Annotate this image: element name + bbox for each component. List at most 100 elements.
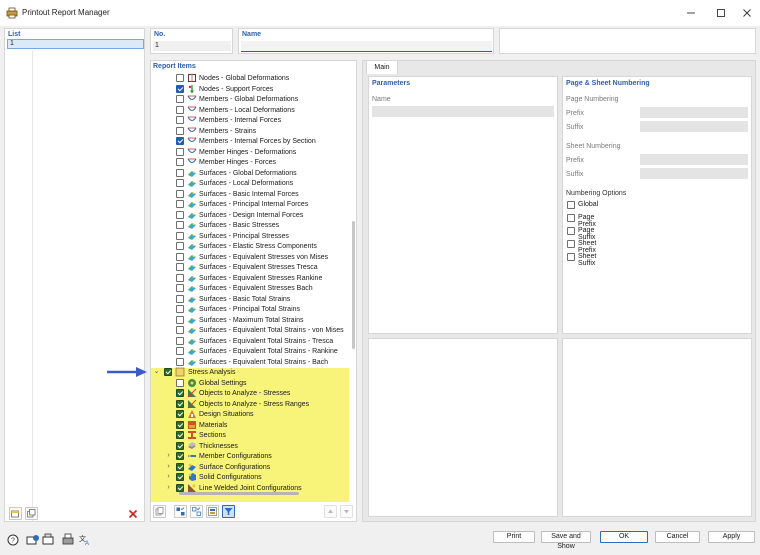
vertical-scrollbar[interactable]	[352, 221, 355, 349]
report-item-checkbox[interactable]	[176, 305, 184, 313]
number-field[interactable]: 1	[153, 41, 231, 51]
report-item-row[interactable]: Members - Global Deformations	[151, 94, 351, 105]
report-item-row[interactable]: Member Hinges - Deformations	[151, 147, 351, 158]
report-item-row[interactable]: Members - Internal Forces	[151, 115, 351, 126]
tab-main[interactable]: Main	[366, 60, 398, 74]
collapse-chevron-icon[interactable]: ›	[165, 484, 172, 491]
list-item[interactable]: 1	[7, 39, 144, 49]
ok-button[interactable]: OK	[600, 531, 648, 543]
report-item-checkbox[interactable]	[176, 84, 184, 93]
minimize-button[interactable]	[676, 4, 706, 22]
name-field[interactable]	[241, 41, 492, 52]
cancel-button[interactable]: Cancel	[655, 531, 700, 543]
units-icon[interactable]	[26, 533, 40, 547]
report-item-checkbox[interactable]	[176, 473, 184, 481]
report-item-checkbox[interactable]	[176, 389, 184, 397]
report-item-checkbox[interactable]	[176, 74, 184, 82]
collapse-chevron-icon[interactable]: ›	[165, 463, 172, 470]
report-item-row[interactable]: Member Hinges - Forces	[151, 157, 351, 168]
sheet-prefix-field[interactable]	[640, 154, 748, 165]
report-item-checkbox[interactable]	[176, 294, 184, 303]
report-item-checkbox[interactable]	[176, 252, 184, 261]
report-item-row[interactable]: Global Settings	[151, 378, 351, 389]
move-down-button[interactable]	[340, 505, 353, 518]
report-item-row[interactable]: › Solid Configurations	[151, 472, 351, 483]
report-item-checkbox[interactable]	[176, 168, 184, 177]
report-item-checkbox[interactable]	[176, 357, 184, 366]
close-button[interactable]	[732, 4, 760, 22]
new-list-button[interactable]	[9, 507, 22, 520]
report-item-row[interactable]: › Surface Configurations	[151, 462, 351, 473]
report-item-checkbox[interactable]	[176, 462, 184, 471]
report-item-row[interactable]: Surfaces - Basic Total Strains	[151, 294, 351, 305]
report-item-row[interactable]: Objects to Analyze - Stress Ranges	[151, 399, 351, 410]
report-item-row[interactable]: Surfaces - Equivalent Total Strains - Ra…	[151, 346, 351, 357]
delete-list-button[interactable]	[126, 507, 139, 520]
copy-list-button[interactable]	[25, 507, 38, 520]
report-item-checkbox[interactable]	[176, 105, 184, 114]
parameters-name-field[interactable]	[372, 106, 554, 117]
move-up-button[interactable]	[324, 505, 337, 518]
report-item-row[interactable]: Sections	[151, 430, 351, 441]
report-item-row[interactable]: Design Situations	[151, 409, 351, 420]
report-item-row[interactable]: Surfaces - Maximum Total Strains	[151, 315, 351, 326]
report-item-checkbox[interactable]	[176, 263, 184, 271]
report-item-row[interactable]: Surfaces - Equivalent Total Strains - Tr…	[151, 336, 351, 347]
help-icon[interactable]: ?	[6, 533, 20, 547]
report-item-checkbox[interactable]	[176, 137, 184, 145]
report-item-row[interactable]: Thicknesses	[151, 441, 351, 452]
layout-button[interactable]	[206, 505, 219, 518]
report-item-row[interactable]: Members - Strains	[151, 126, 351, 137]
report-item-checkbox[interactable]	[176, 95, 184, 103]
report-item-row[interactable]: Surfaces - Equivalent Stresses Bach	[151, 283, 351, 294]
report-item-checkbox[interactable]	[176, 441, 184, 450]
report-item-row[interactable]: Objects to Analyze - Stresses	[151, 388, 351, 399]
report-item-row[interactable]: Surfaces - Elastic Stress Components	[151, 241, 351, 252]
report-item-checkbox[interactable]	[176, 221, 184, 229]
numbering-option-checkbox[interactable]	[567, 240, 575, 248]
report-item-row[interactable]: Nodes - Support Forces	[151, 84, 351, 95]
report-item-checkbox[interactable]	[176, 179, 184, 187]
report-item-row[interactable]: Nodes - Global Deformations	[151, 73, 351, 84]
report-item-row[interactable]: Surfaces - Equivalent Stresses von Mises	[151, 252, 351, 263]
report-item-row[interactable]: Surfaces - Global Deformations	[151, 168, 351, 179]
save-and-show-button[interactable]: Save and Show	[541, 531, 591, 550]
report-item-checkbox[interactable]	[176, 242, 184, 250]
report-item-row[interactable]: Surfaces - Equivalent Total Strains - vo…	[151, 325, 351, 336]
collapse-chevron-icon[interactable]: ›	[165, 452, 172, 459]
report-item-row[interactable]: Surfaces - Equivalent Stresses Tresca	[151, 262, 351, 273]
uncheck-all-button[interactable]	[190, 505, 203, 518]
check-all-button[interactable]	[174, 505, 187, 518]
report-item-checkbox[interactable]	[176, 326, 184, 334]
sheet-suffix-field[interactable]	[640, 168, 748, 179]
report-item-row[interactable]: Materials	[151, 420, 351, 431]
report-item-row[interactable]: Surfaces - Design Internal Forces	[151, 210, 351, 221]
print-preview-icon[interactable]	[62, 533, 76, 547]
report-item-checkbox[interactable]	[176, 126, 184, 135]
report-item-checkbox[interactable]	[176, 315, 184, 324]
horizontal-scrollbar[interactable]	[179, 492, 299, 495]
numbering-option-checkbox[interactable]	[567, 201, 575, 209]
report-item-checkbox[interactable]	[176, 284, 184, 292]
translate-icon[interactable]: 文A	[78, 533, 92, 547]
report-item-row[interactable]: Surfaces - Basic Stresses	[151, 220, 351, 231]
report-item-row[interactable]: Surfaces - Equivalent Total Strains - Ba…	[151, 357, 351, 368]
report-item-checkbox[interactable]	[176, 116, 184, 124]
report-item-checkbox[interactable]	[176, 410, 184, 418]
report-item-checkbox[interactable]	[176, 399, 184, 408]
report-item-checkbox[interactable]	[176, 189, 184, 198]
report-item-row[interactable]: › Member Configurations	[151, 451, 351, 462]
report-item-checkbox[interactable]	[176, 210, 184, 219]
report-item-checkbox[interactable]	[176, 231, 184, 240]
report-item-checkbox[interactable]	[164, 368, 172, 376]
apply-button[interactable]: Apply	[708, 531, 755, 543]
report-item-checkbox[interactable]	[176, 420, 184, 429]
report-item-checkbox[interactable]	[176, 336, 184, 345]
page-suffix-field[interactable]	[640, 121, 748, 132]
page-prefix-field[interactable]	[640, 107, 748, 118]
report-item-row[interactable]: Surfaces - Principal Internal Forces	[151, 199, 351, 210]
report-item-row[interactable]: Surfaces - Basic Internal Forces	[151, 189, 351, 200]
report-item-checkbox[interactable]	[176, 158, 184, 166]
report-item-row[interactable]: Members - Local Deformations	[151, 105, 351, 116]
report-item-checkbox[interactable]	[176, 378, 184, 387]
